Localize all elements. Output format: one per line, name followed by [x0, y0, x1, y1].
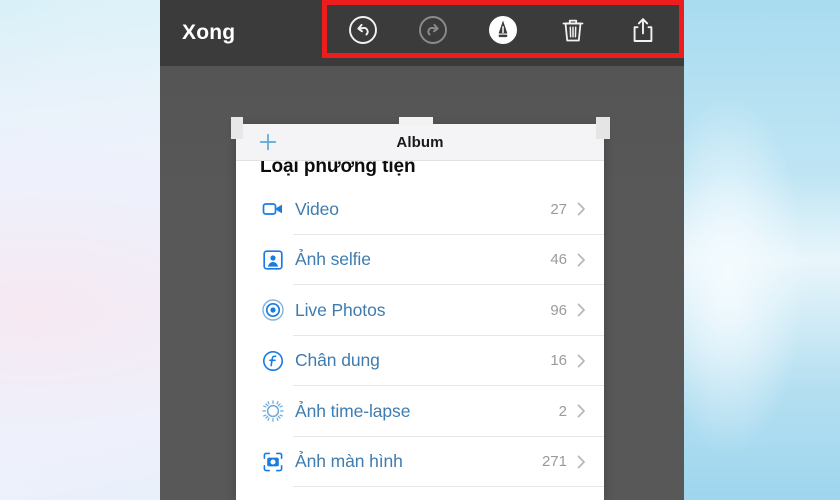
list-item-count: 46	[550, 251, 567, 269]
redo-button[interactable]	[413, 10, 453, 50]
editor-toolbar: Xong	[160, 0, 684, 66]
list-item-label: Ảnh time-lapse	[295, 400, 411, 421]
chevron-right-icon	[577, 404, 586, 418]
list-item-live-photos[interactable]: Live Photos 96	[236, 285, 604, 336]
list-item-label: Chân dung	[295, 350, 380, 371]
list-item-count: 271	[541, 453, 567, 471]
list-item-screenshots[interactable]: Ảnh màn hình 271	[236, 437, 604, 488]
background-gradient-right	[680, 0, 840, 500]
list-item-portrait[interactable]: Chân dung 16	[236, 336, 604, 387]
delete-button[interactable]	[553, 10, 593, 50]
card-edge-tab-right	[596, 117, 610, 139]
list-item-label: Video	[295, 198, 339, 219]
chevron-right-icon	[577, 202, 586, 216]
list-item-count: 16	[550, 352, 567, 370]
card-edge-tab-center	[399, 117, 433, 126]
albums-panel: Album Loại phương tiện Video 27 Ảnh self…	[236, 124, 604, 500]
markup-pen-button[interactable]	[483, 10, 523, 50]
screenshot-stage: Xong Album Loại phương tiện Video 27 Ảnh…	[0, 0, 840, 500]
live-photo-icon	[260, 297, 286, 323]
list-item-video[interactable]: Video 27	[236, 184, 604, 235]
plus-icon[interactable]	[258, 132, 278, 152]
screenshot-icon	[260, 449, 286, 475]
done-button[interactable]: Xong	[182, 21, 235, 45]
list-item-label: Ảnh selfie	[295, 249, 371, 270]
chevron-right-icon	[577, 455, 586, 469]
list-item-time-lapse[interactable]: Ảnh time-lapse 2	[236, 386, 604, 437]
portrait-person-icon	[260, 247, 286, 273]
markup-tool-group	[322, 2, 684, 57]
chevron-right-icon	[577, 354, 586, 368]
list-item-count: 27	[550, 200, 567, 218]
list-item-count: 2	[558, 402, 567, 420]
list-item-count: 96	[550, 301, 567, 319]
video-camera-icon	[260, 196, 286, 222]
list-item-label: Live Photos	[295, 299, 386, 320]
chevron-right-icon	[577, 253, 586, 267]
share-button[interactable]	[623, 10, 663, 50]
media-type-list: Video 27 Ảnh selfie 46 Live Photos 96 Ch…	[236, 184, 604, 487]
albums-title: Album	[396, 133, 444, 151]
list-item-label: Ảnh màn hình	[295, 451, 403, 472]
chevron-right-icon	[577, 303, 586, 317]
aperture-f-icon	[260, 348, 286, 374]
card-edge-tab-left	[231, 117, 243, 139]
albums-nav-bar: Album	[236, 124, 604, 161]
time-lapse-icon	[260, 398, 286, 424]
list-item-selfies[interactable]: Ảnh selfie 46	[236, 235, 604, 286]
undo-button[interactable]	[343, 10, 383, 50]
